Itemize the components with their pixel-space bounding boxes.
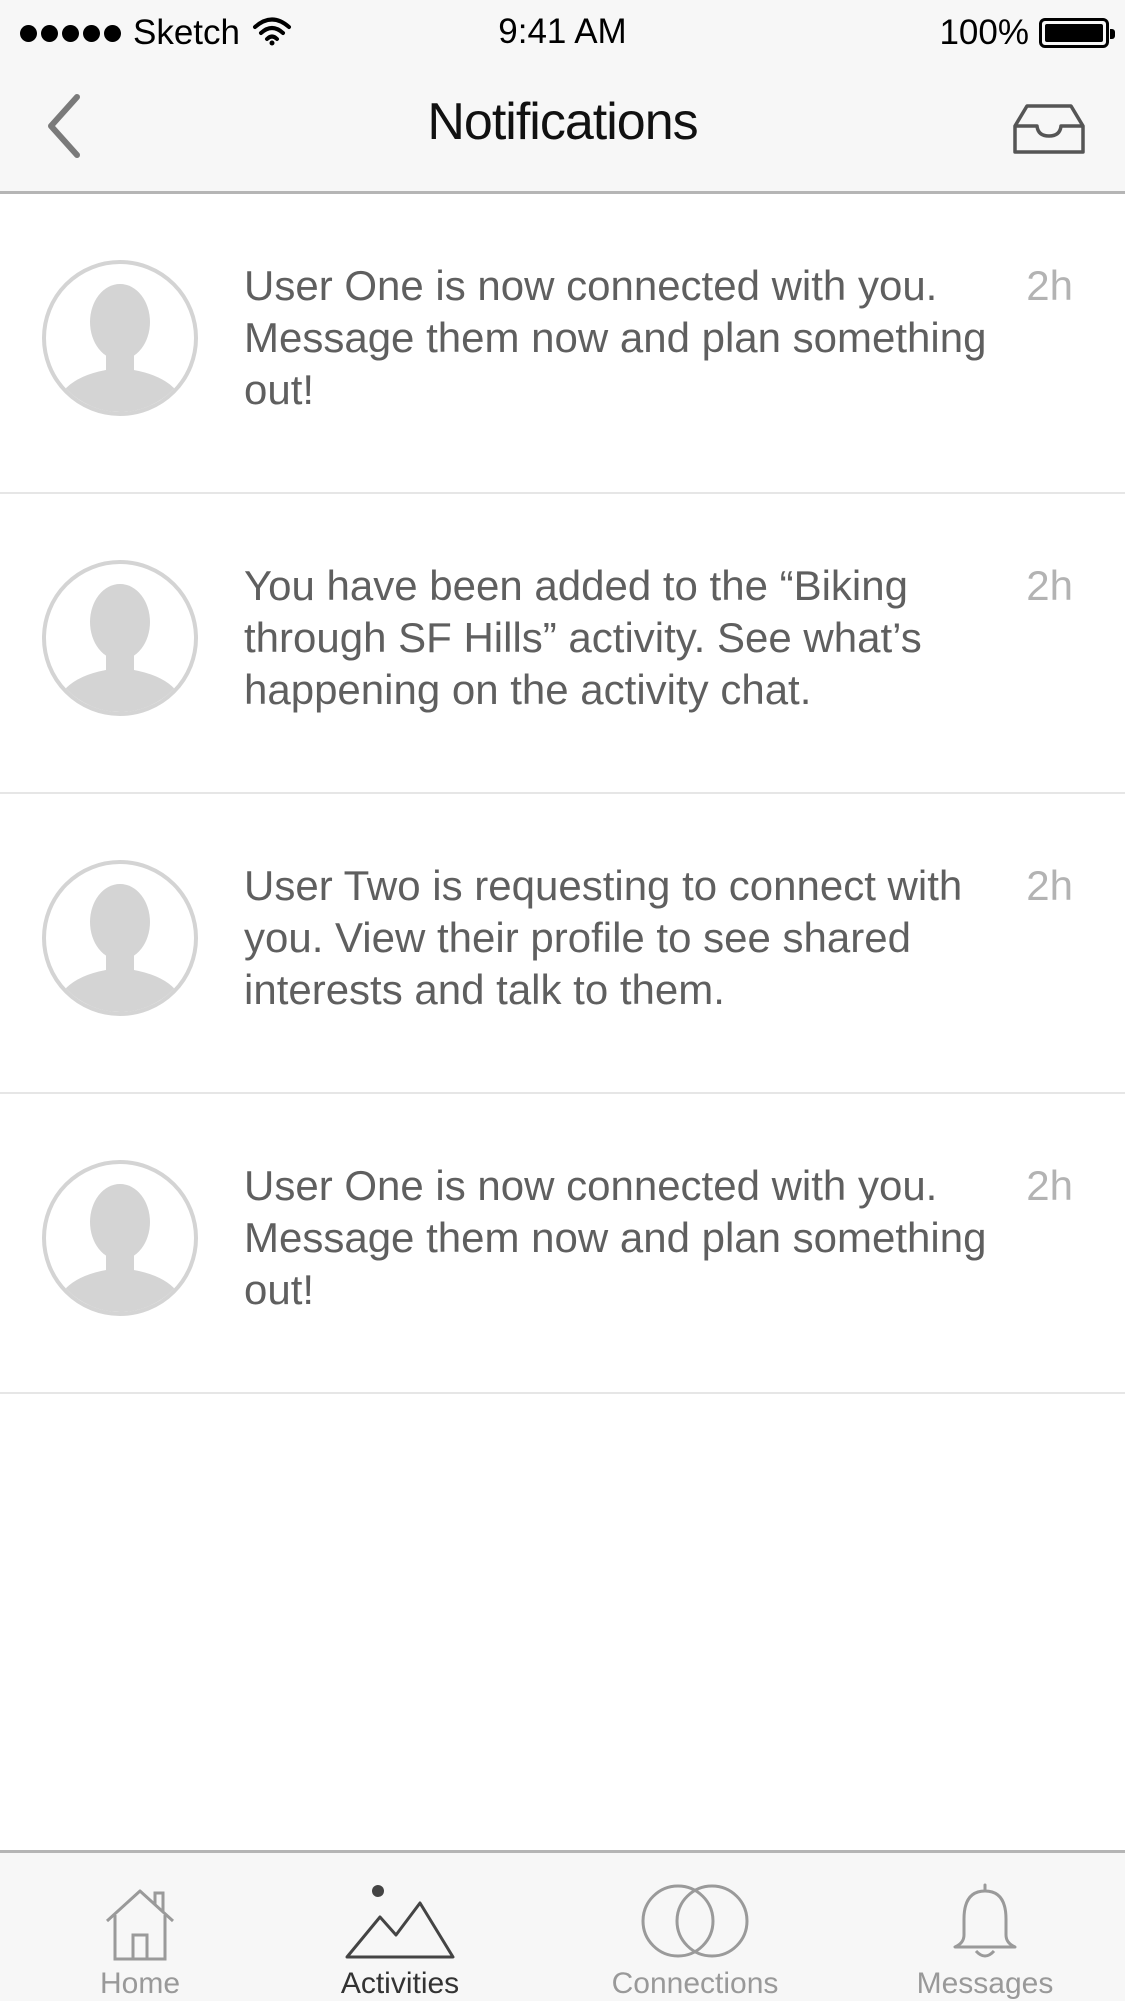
- battery-icon: [1039, 18, 1115, 48]
- notification-time: 2h: [1026, 862, 1073, 909]
- nav-bar: Notifications: [0, 66, 1125, 194]
- notification-text: User One is now connected with you. Mess…: [244, 1162, 987, 1313]
- user-avatar-icon: [42, 1160, 198, 1316]
- tab-messages[interactable]: Messages: [905, 1853, 1065, 2001]
- notification-item[interactable]: User Two is requesting to connect with y…: [0, 794, 1125, 1094]
- tab-label: Connections: [611, 1967, 779, 2000]
- page-title: Notifications: [427, 93, 698, 151]
- connections-circles-icon: [640, 1877, 750, 1961]
- notification-item[interactable]: User One is now connected with you. Mess…: [0, 1094, 1125, 1394]
- user-avatar-icon: [42, 260, 198, 416]
- bell-icon: [950, 1877, 1020, 1961]
- user-avatar-icon: [42, 560, 198, 716]
- notification-list: User One is now connected with you. Mess…: [0, 194, 1125, 1394]
- status-bar: Sketch 9:41 AM 100%: [0, 0, 1125, 66]
- mountain-icon: [344, 1877, 456, 1961]
- tab-bar: Home Activities Connections Messages: [0, 1850, 1125, 2001]
- notification-text: User One is now connected with you. Mess…: [244, 262, 987, 413]
- notification-text: You have been added to the “Biking throu…: [244, 562, 922, 713]
- tab-activities[interactable]: Activities: [320, 1853, 480, 2001]
- notification-time: 2h: [1026, 262, 1073, 309]
- notification-item[interactable]: You have been added to the “Biking throu…: [0, 494, 1125, 794]
- tab-connections[interactable]: Connections: [595, 1853, 795, 2001]
- user-avatar-icon: [42, 860, 198, 1016]
- tab-home[interactable]: Home: [70, 1853, 210, 2001]
- notification-time: 2h: [1026, 1162, 1073, 1209]
- tab-label: Messages: [916, 1967, 1054, 2000]
- notification-item[interactable]: User One is now connected with you. Mess…: [0, 194, 1125, 494]
- status-right: 100%: [939, 12, 1115, 54]
- notification-time: 2h: [1026, 562, 1073, 609]
- battery-percent: 100%: [939, 13, 1029, 52]
- home-icon: [101, 1877, 179, 1961]
- inbox-button[interactable]: [1013, 100, 1085, 156]
- tab-label: Activities: [340, 1967, 460, 2000]
- notification-text: User Two is requesting to connect with y…: [244, 862, 963, 1013]
- inbox-tray-icon: [1013, 104, 1085, 154]
- tab-label: Home: [99, 1967, 181, 2000]
